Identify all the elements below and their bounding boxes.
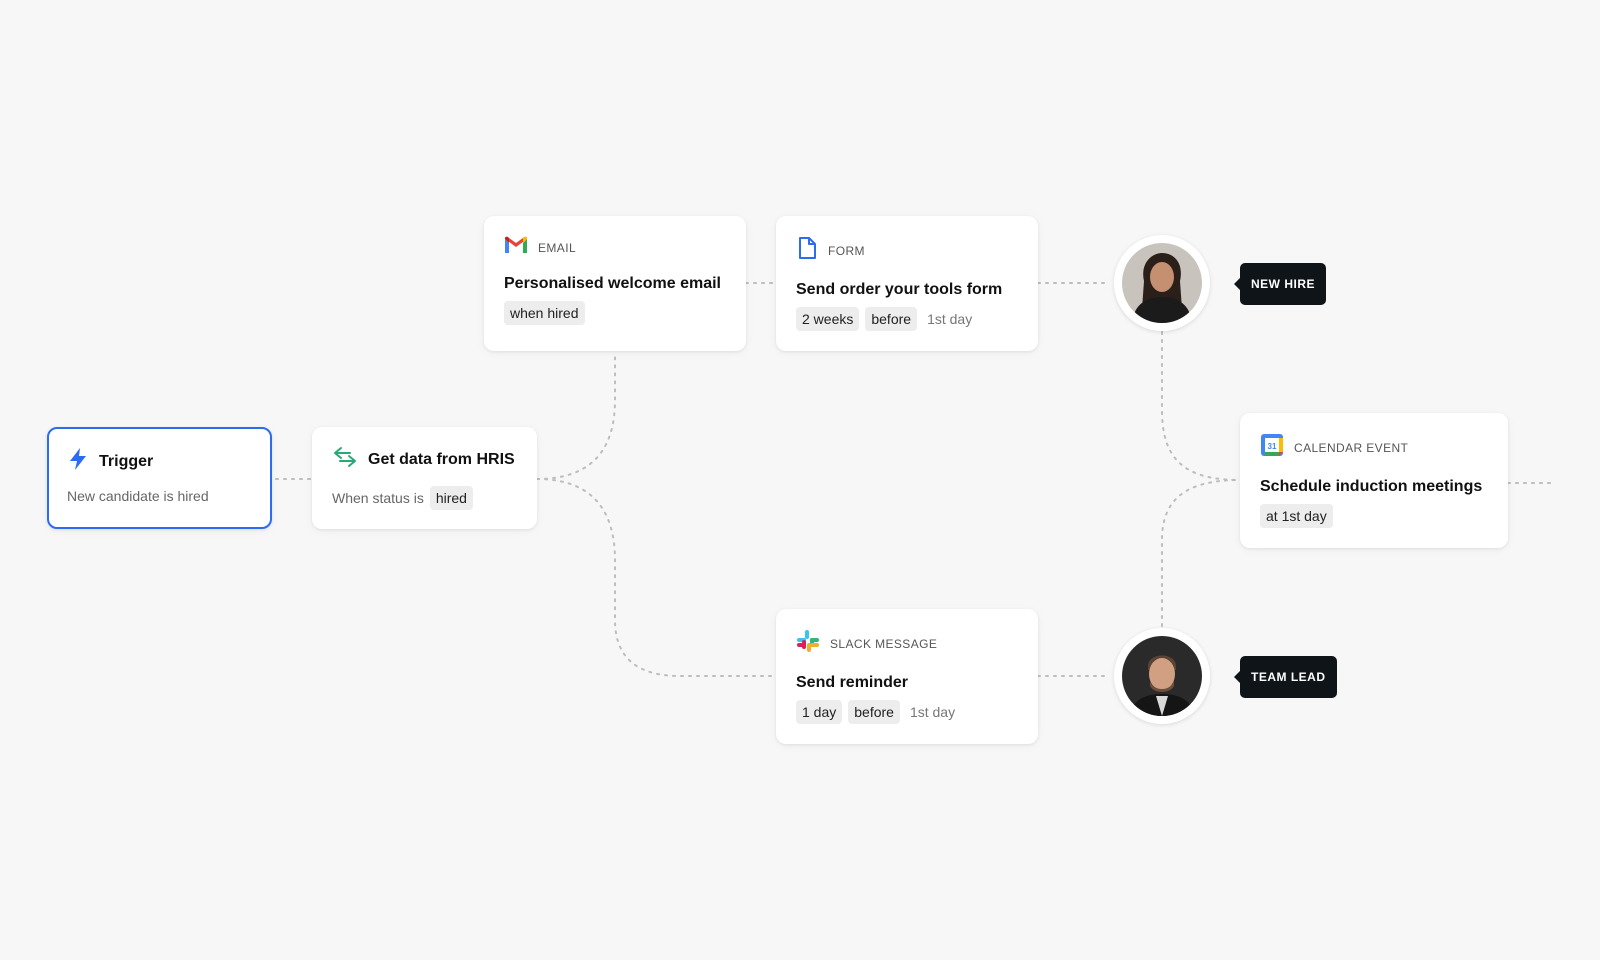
slack-card[interactable]: SLACK MESSAGE Send reminder 1 day before… <box>776 609 1038 744</box>
document-icon <box>796 236 818 265</box>
trigger-card[interactable]: Trigger New candidate is hired <box>47 427 272 529</box>
trigger-subtitle: New candidate is hired <box>67 488 209 504</box>
person-photo-icon <box>1122 243 1202 323</box>
form-chip-duration: 2 weeks <box>796 307 860 331</box>
calendar-title: Schedule induction meetings <box>1260 478 1483 495</box>
hris-status-chip: hired <box>429 486 473 510</box>
new-hire-avatar[interactable] <box>1114 235 1210 331</box>
gmail-icon <box>504 236 528 259</box>
connector-hris-slack <box>536 478 777 677</box>
team-lead-avatar[interactable] <box>1114 628 1210 724</box>
form-title: Send order your tools form <box>796 281 1003 298</box>
email-timing-chip: when hired <box>504 301 585 325</box>
workflow-canvas: Trigger New candidate is hired Get data … <box>0 0 1600 960</box>
email-title: Personalised welcome email <box>504 275 721 292</box>
new-hire-role-label: NEW HIRE <box>1240 263 1326 305</box>
hris-card[interactable]: Get data from HRIS When status is hired <box>312 427 537 529</box>
team-lead-role-label: TEAM LEAD <box>1240 656 1337 698</box>
slack-chip-relation: before <box>848 700 900 724</box>
form-chip-relation: before <box>865 307 918 331</box>
lightning-icon <box>67 447 89 476</box>
email-kind: EMAIL <box>538 240 577 255</box>
calendar-kind: CALENDAR EVENT <box>1294 440 1409 455</box>
slack-title: Send reminder <box>796 674 909 691</box>
connector-newhire-calendar <box>1161 331 1241 481</box>
form-kind: FORM <box>828 243 865 258</box>
sync-arrows-icon <box>332 445 358 474</box>
connector-hris-email <box>536 351 616 480</box>
hris-condition: When status is hired <box>332 486 517 510</box>
connector-teamlead-calendar <box>1161 479 1241 627</box>
email-card[interactable]: EMAIL Personalised welcome email when hi… <box>484 216 746 351</box>
form-suffix: 1st day <box>927 311 973 327</box>
hris-title: Get data from HRIS <box>368 450 515 468</box>
hris-label: When status is <box>332 490 424 506</box>
slack-icon <box>796 629 820 658</box>
calendar-card[interactable]: 31 CALENDAR EVENT Schedule induction mee… <box>1240 413 1508 548</box>
trigger-title: Trigger <box>99 452 154 470</box>
slack-kind: SLACK MESSAGE <box>830 636 938 651</box>
google-calendar-icon: 31 <box>1260 433 1284 462</box>
slack-chip-duration: 1 day <box>796 700 843 724</box>
calendar-timing-chip: at 1st day <box>1260 504 1333 528</box>
form-card[interactable]: FORM Send order your tools form 2 weeks … <box>776 216 1038 351</box>
calendar-icon-day: 31 <box>1268 442 1277 451</box>
slack-suffix: 1st day <box>909 704 956 720</box>
person-photo-icon <box>1122 636 1202 716</box>
